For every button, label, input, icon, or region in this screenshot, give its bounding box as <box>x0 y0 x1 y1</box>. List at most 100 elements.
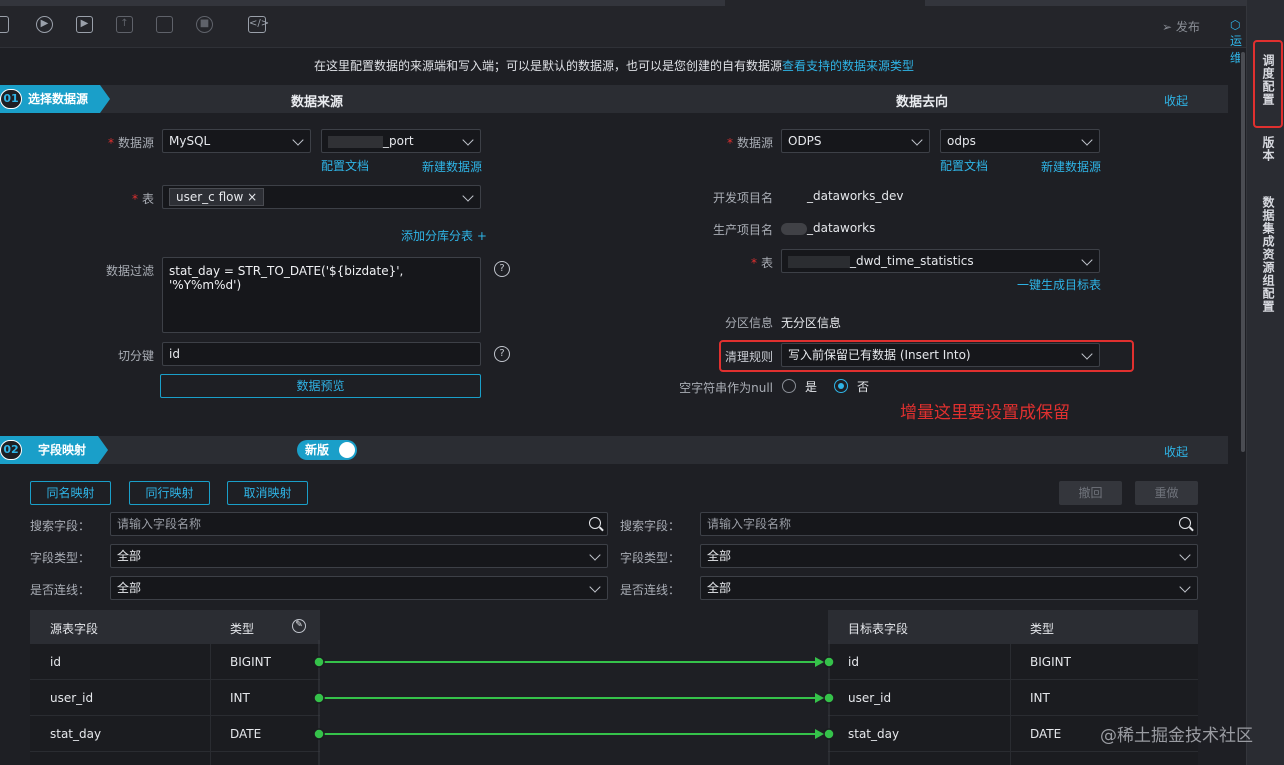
source-title: 数据来源 <box>291 95 344 110</box>
source-field-table: 源表字段 类型 ✎ id BIGINT user_id INT stat_day… <box>30 610 320 765</box>
target-new-datasource-link[interactable]: 新建数据源 <box>1041 158 1101 175</box>
chevron-down-icon <box>1081 254 1093 266</box>
table-tag: user_c flow × <box>169 188 265 206</box>
target-config-doc-link[interactable]: 配置文档 <box>940 157 988 174</box>
schedule-config-highlight <box>1253 40 1283 128</box>
mapping-line-id[interactable] <box>313 656 835 668</box>
chevron-down-icon <box>589 581 601 593</box>
search-icon <box>589 517 601 529</box>
notice-text: 在这里配置数据的来源端和写入端；可以是默认的数据源，也可以是您创建的自有数据源 <box>313 59 782 73</box>
source-table-select[interactable]: user_c flow × <box>162 185 481 209</box>
split-key-input[interactable]: id <box>162 342 481 366</box>
source-search-label: 搜索字段： <box>30 519 91 533</box>
field-type: BIGINT <box>1030 655 1071 669</box>
filter-label: 数据过滤 <box>105 264 154 278</box>
source-type-select[interactable]: 全部 <box>110 544 608 568</box>
notice: 在这里配置数据的来源端和写入端；可以是默认的数据源，也可以是您创建的自有数据源查… <box>0 57 1228 74</box>
partition-value: 无分区信息 <box>781 316 842 330</box>
submit-icon[interactable]: ↑ <box>116 16 133 33</box>
source-search-input[interactable]: 请输入字段名称 <box>110 512 608 536</box>
same-row-map-button[interactable]: 同行映射 <box>129 481 210 505</box>
add-shard-link[interactable]: 添加分库分表 + <box>401 227 487 244</box>
step2-number: 02 <box>0 440 22 460</box>
target-table-select[interactable]: _dwd_time_statistics <box>781 249 1100 273</box>
run-with-params-icon[interactable]: ▶ <box>76 16 93 33</box>
source-config-doc-link[interactable]: 配置文档 <box>321 157 369 174</box>
watermark: @稀土掘金技术社区 <box>1100 726 1253 746</box>
field-name: user_id <box>50 691 94 705</box>
target-type-select[interactable]: 全部 <box>700 544 1198 568</box>
step2-header: 02 字段映射 新版 收起 <box>0 436 1228 464</box>
mapping-line-user-id[interactable] <box>313 692 835 704</box>
step2-tag: 02 字段映射 <box>0 436 108 464</box>
null-yes-radio[interactable] <box>782 379 796 393</box>
target-search-input[interactable]: 请输入字段名称 <box>700 512 1198 536</box>
null-no-radio[interactable] <box>834 379 848 393</box>
code-view-icon[interactable]: </> <box>248 16 269 33</box>
source-table-label: * 表 <box>131 192 154 206</box>
lock-icon[interactable] <box>156 16 173 33</box>
field-name: id <box>848 655 859 669</box>
mapping-lines <box>313 640 835 765</box>
split-key-help-icon[interactable]: ? <box>494 346 510 362</box>
same-name-map-button[interactable]: 同名映射 <box>30 481 111 505</box>
table-row[interactable]: id BIGINT <box>828 644 1198 680</box>
source-datasource-type-select[interactable]: MySQL <box>162 129 311 153</box>
send-icon: ➢ <box>1162 20 1173 34</box>
step1-collapse[interactable]: 收起 <box>1164 92 1188 109</box>
gen-target-table-link[interactable]: 一键生成目标表 <box>1017 276 1101 293</box>
null-no-label: 否 <box>857 380 870 394</box>
chevron-down-icon <box>462 190 474 202</box>
supported-sources-link[interactable]: 查看支持的数据来源类型 <box>782 59 914 73</box>
tag-close-icon[interactable]: × <box>247 190 257 204</box>
toggle-knob <box>339 442 355 458</box>
mapping-line-stat-day[interactable] <box>313 728 835 740</box>
tab-version[interactable]: 版本 <box>1257 136 1275 162</box>
step2-collapse[interactable]: 收起 <box>1164 443 1188 460</box>
run-icon[interactable]: ▶ <box>36 16 53 33</box>
tab-strip <box>0 0 725 6</box>
source-type-label: 字段类型： <box>30 551 91 565</box>
undo-button[interactable]: 撤回 <box>1059 481 1122 505</box>
target-connected-label: 是否连线： <box>620 583 681 597</box>
partition-label: 分区信息 <box>724 316 773 330</box>
source-type-header: 类型 <box>230 622 255 636</box>
table-row[interactable]: user_id INT <box>30 680 320 716</box>
save-icon[interactable] <box>0 16 9 33</box>
step1-label: 选择数据源 <box>28 92 89 106</box>
source-connected-label: 是否连线： <box>30 583 91 597</box>
cancel-map-button[interactable]: 取消映射 <box>227 481 308 505</box>
publish-button[interactable]: ➢ 发布 <box>1162 18 1200 35</box>
step1-number: 01 <box>0 89 22 109</box>
source-new-datasource-link[interactable]: 新建数据源 <box>422 158 482 175</box>
field-type: DATE <box>1030 727 1062 741</box>
clean-rule-select[interactable]: 写入前保留已有数据 (Insert Into) <box>781 343 1100 367</box>
field-name: id <box>50 655 61 669</box>
table-row[interactable]: stat_day DATE <box>30 716 320 752</box>
scrollbar[interactable] <box>1240 48 1246 765</box>
source-datasource-name-select[interactable]: _port <box>321 129 481 153</box>
target-title: 数据去向 <box>896 95 949 110</box>
scrollbar-thumb[interactable] <box>1241 52 1245 452</box>
new-version-toggle[interactable]: 新版 <box>297 440 357 460</box>
table-row[interactable]: id BIGINT <box>30 644 320 680</box>
publish-label: 发布 <box>1175 20 1200 34</box>
source-connected-select[interactable]: 全部 <box>110 576 608 600</box>
field-name: user_id <box>848 691 892 705</box>
redo-button[interactable]: 重做 <box>1135 481 1198 505</box>
table-row[interactable]: user_id INT <box>828 680 1198 716</box>
filter-help-icon[interactable]: ? <box>494 261 510 277</box>
target-datasource-name-select[interactable]: odps <box>940 129 1100 153</box>
stop-icon[interactable]: ■ <box>196 16 213 33</box>
target-connected-select[interactable]: 全部 <box>700 576 1198 600</box>
tab-strip <box>925 0 1246 6</box>
ops-icon: ⬡ <box>1230 18 1241 32</box>
prod-project-value: _dataworks <box>781 221 875 235</box>
data-preview-button[interactable]: 数据预览 <box>160 374 481 398</box>
tab-resource-group[interactable]: 数据集成资源组配置 <box>1257 196 1275 313</box>
target-datasource-type-select[interactable]: ODPS <box>781 129 930 153</box>
filter-textarea[interactable]: stat_day = STR_TO_DATE('${bizdate}', '%Y… <box>162 257 481 333</box>
edit-icon[interactable]: ✎ <box>292 619 306 633</box>
target-field-header: 目标表字段 <box>848 622 909 636</box>
search-icon <box>1179 517 1191 529</box>
